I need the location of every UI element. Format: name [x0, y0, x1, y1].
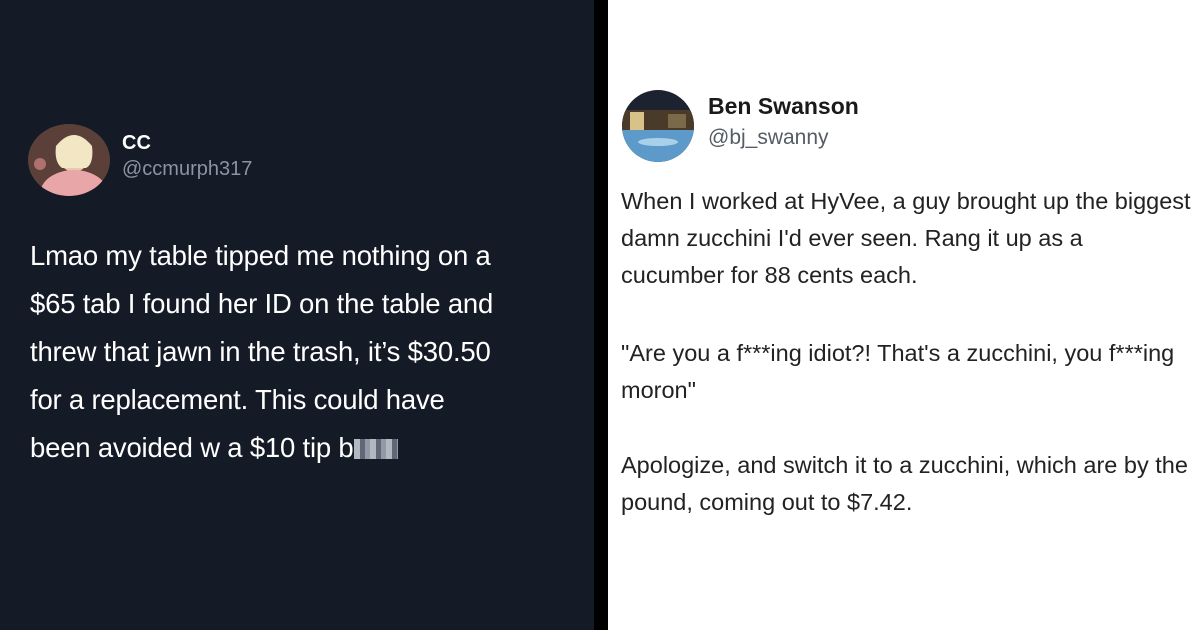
right-display-name[interactable]: Ben Swanson: [708, 93, 859, 120]
right-tweet-paragraph-1: When I worked at HyVee, a guy brought up…: [621, 188, 1191, 288]
left-handle[interactable]: @ccmurph317: [122, 158, 252, 181]
left-avatar[interactable]: [28, 124, 110, 196]
profile-photo-pool-icon: [622, 90, 694, 162]
right-handle[interactable]: @bj_swanny: [708, 126, 829, 150]
right-tweet-paragraph-2: "Are you a f***ing idiot?! That's a zucc…: [621, 340, 1175, 403]
profile-photo-icon: [28, 124, 110, 196]
pixelated-censor-icon: [353, 439, 398, 459]
right-avatar[interactable]: [622, 90, 694, 162]
left-display-name[interactable]: CC: [122, 132, 151, 155]
right-tweet-paragraph-3: Apologize, and switch it to a zucchini, …: [621, 452, 1188, 515]
left-tweet-body: Lmao my table tipped me nothing on a $65…: [30, 240, 494, 463]
panel-divider: [594, 0, 608, 630]
left-tweet-text: Lmao my table tipped me nothing on a $65…: [30, 232, 590, 472]
right-tweet-card: [608, 0, 1200, 630]
